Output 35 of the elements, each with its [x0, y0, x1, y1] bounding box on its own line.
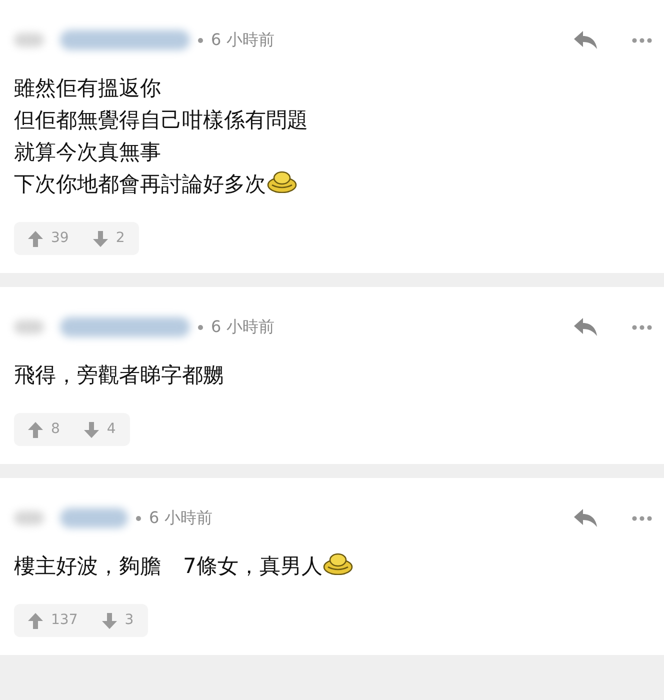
downvote-icon[interactable] [92, 230, 108, 246]
comment-text: 樓主好波，夠膽 [14, 554, 161, 578]
post-time: 6 小時前 [211, 316, 274, 338]
comment-text: 但佢都無覺得自己咁樣係有問題 [14, 108, 308, 132]
upvote-icon[interactable] [28, 230, 43, 246]
downvote-count: 4 [106, 420, 116, 439]
separator-dot [136, 516, 141, 520]
blurred-avatar [14, 320, 44, 334]
blurred-avatar [14, 33, 44, 47]
separator-dot [198, 324, 203, 330]
more-icon[interactable] [632, 38, 652, 42]
downvote-icon[interactable] [84, 422, 99, 438]
reply-icon[interactable] [574, 318, 598, 336]
comment-text: 下次你地都會再討論好多次 [14, 172, 266, 196]
upvote-icon[interactable] [28, 612, 43, 628]
blurred-username [60, 508, 128, 528]
comment-text: 就算今次真無事 [14, 140, 161, 164]
upvote-count: 8 [51, 420, 60, 439]
reply-icon[interactable] [574, 31, 598, 49]
comment-text: 飛得，旁觀者睇字都嬲 [14, 363, 224, 387]
comment-text: 雖然佢有搵返你 [14, 76, 161, 100]
post-time: 6 小時前 [211, 29, 274, 51]
more-icon[interactable] [632, 324, 652, 330]
post-time: 6 小時前 [149, 507, 212, 529]
separator-dot [198, 38, 203, 42]
blurred-avatar [14, 511, 44, 525]
upvote-icon[interactable] [28, 422, 43, 438]
more-icon[interactable] [632, 516, 652, 520]
upvote-count: 137 [51, 611, 78, 630]
downvote-count: 2 [116, 229, 125, 248]
downvote-icon[interactable] [102, 612, 117, 628]
downvote-count: 3 [124, 611, 134, 630]
comment-text: 7條女，真男人 [183, 554, 322, 578]
reply-icon[interactable] [574, 509, 598, 527]
upvote-count: 39 [51, 229, 69, 248]
